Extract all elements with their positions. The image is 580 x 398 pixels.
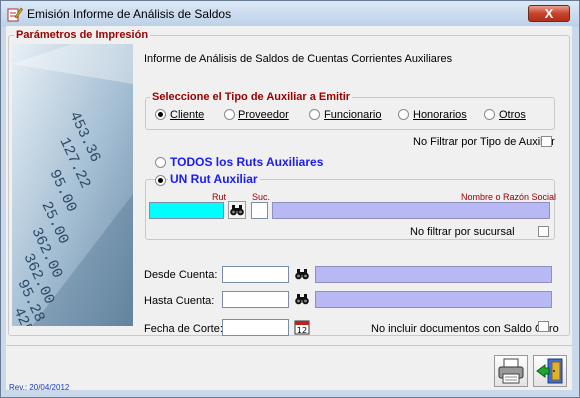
decorative-calculator-image: 453.36 127.22 95.00 25.00 362.00 362.00 … (12, 44, 133, 326)
radio-un-rut[interactable] (155, 175, 166, 186)
print-button[interactable] (494, 355, 528, 387)
fecha-corte-input[interactable] (222, 319, 289, 336)
printer-icon (498, 358, 524, 384)
radio-todos-ruts[interactable] (155, 157, 166, 168)
saldo-cero-label: No incluir documentos con Saldo Cero (371, 323, 559, 335)
title-bar[interactable]: Emisión Informe de Análisis de Saldos X (1, 1, 579, 27)
radio-un-rut-label: UN Rut Auxiliar (168, 172, 260, 186)
radio-honorarios[interactable] (398, 109, 409, 120)
suc-input[interactable] (251, 202, 268, 219)
no-filter-tipo-label: No Filtrar por Tipo de Auxiliar (413, 136, 555, 148)
app-pencil-icon (7, 6, 23, 22)
hasta-cuenta-label: Hasta Cuenta: (144, 295, 215, 307)
nombre-label: Nombre o Razón Social (461, 192, 557, 202)
hasta-binoculars-icon[interactable] (294, 291, 310, 307)
desde-cuenta-input[interactable] (222, 266, 289, 283)
desde-binoculars-icon[interactable] (294, 266, 310, 282)
params-legend: Parámetros de Impresión (14, 29, 151, 41)
rut-search-button[interactable] (228, 201, 246, 219)
radio-otros[interactable] (484, 109, 495, 120)
radio-cliente-label: Cliente (170, 109, 205, 121)
exit-door-icon (536, 358, 563, 384)
no-filter-tipo-checkbox[interactable] (541, 136, 552, 147)
nombre-input[interactable] (272, 202, 550, 219)
footer-divider (6, 345, 572, 346)
calendar-icon[interactable]: 12 (294, 319, 310, 335)
rut-input[interactable] (149, 202, 224, 219)
report-description: Informe de Análisis de Saldos de Cuentas… (144, 53, 453, 65)
hasta-cuenta-nombre (315, 291, 552, 308)
radio-funcionario-label: Funcionario (324, 109, 382, 121)
close-icon: X (544, 6, 554, 21)
no-sucursal-label: No filtrar por sucursal (410, 226, 515, 238)
exit-button[interactable] (533, 355, 567, 387)
window-title: Emisión Informe de Análisis de Saldos (27, 7, 232, 21)
tipo-legend: Seleccione el Tipo de Auxiliar a Emitir (150, 91, 353, 103)
rut-label: Rut (212, 192, 227, 202)
radio-funcionario[interactable] (309, 109, 320, 120)
suc-label: Suc. (252, 192, 271, 202)
revision-label: Rev.: 20/04/2012 (9, 383, 70, 392)
radio-cliente[interactable] (155, 109, 166, 120)
saldo-cero-checkbox[interactable] (538, 321, 549, 332)
svg-text:12: 12 (297, 326, 307, 335)
fecha-corte-label: Fecha de Corte: (144, 323, 223, 335)
radio-proveedor[interactable] (224, 109, 235, 120)
close-button[interactable]: X (528, 5, 570, 22)
radio-todos-ruts-label: TODOS los Ruts Auxiliares (170, 155, 324, 169)
desde-cuenta-label: Desde Cuenta: (144, 269, 218, 281)
desde-cuenta-nombre (315, 266, 552, 283)
hasta-cuenta-input[interactable] (222, 291, 289, 308)
radio-otros-label: Otros (499, 109, 526, 121)
radio-honorarios-label: Honorarios (413, 109, 467, 121)
radio-proveedor-label: Proveedor (238, 109, 289, 121)
binoculars-icon (230, 205, 244, 216)
no-sucursal-checkbox[interactable] (538, 226, 549, 237)
